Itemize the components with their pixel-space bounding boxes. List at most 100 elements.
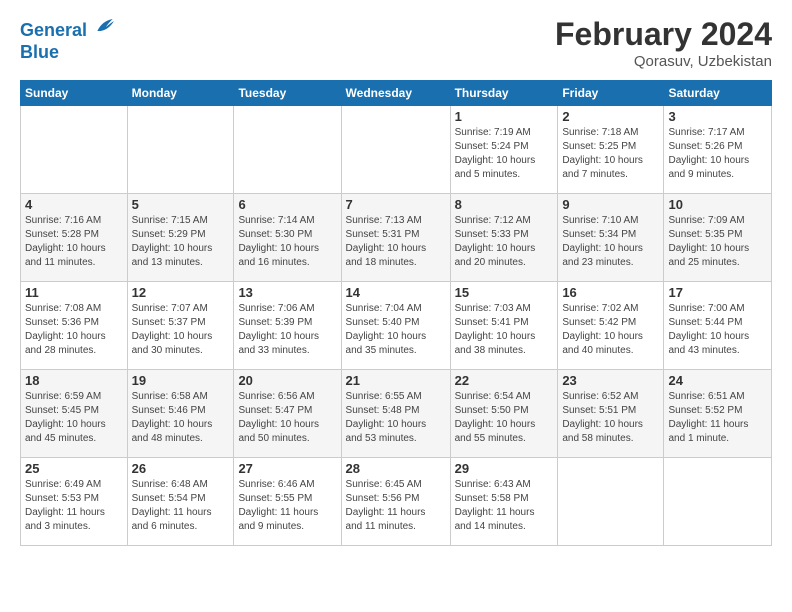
header: General Blue February 2024 Qorasuv, Uzbe… <box>20 16 772 70</box>
week-row-2: 4 Sunrise: 7:16 AM Sunset: 5:28 PM Daylig… <box>21 194 772 282</box>
calendar-cell: 10 Sunrise: 7:09 AM Sunset: 5:35 PM Dayli… <box>664 194 772 282</box>
logo-bird-icon <box>94 16 114 36</box>
day-info: Sunrise: 6:51 AM Sunset: 5:52 PM Dayligh… <box>668 390 767 446</box>
day-info: Sunrise: 7:08 AM Sunset: 5:36 PM Dayligh… <box>25 302 123 358</box>
day-info: Sunrise: 6:55 AM Sunset: 5:48 PM Dayligh… <box>346 390 446 446</box>
col-friday: Friday <box>558 81 664 106</box>
week-row-5: 25 Sunrise: 6:49 AM Sunset: 5:53 PM Dayli… <box>21 458 772 546</box>
day-number: 26 <box>132 461 230 476</box>
day-info: Sunrise: 7:19 AM Sunset: 5:24 PM Dayligh… <box>455 126 554 182</box>
col-tuesday: Tuesday <box>234 81 341 106</box>
day-number: 8 <box>455 197 554 212</box>
calendar-title: February 2024 <box>555 16 772 53</box>
calendar-subtitle: Qorasuv, Uzbekistan <box>555 53 772 70</box>
calendar-body: 1 Sunrise: 7:19 AM Sunset: 5:24 PM Daylig… <box>21 106 772 546</box>
calendar-cell: 5Sunrise: 7:15 AM Sunset: 5:29 PM Daylig… <box>127 194 234 282</box>
day-number: 28 <box>346 461 446 476</box>
day-number: 13 <box>238 285 336 300</box>
day-info: Sunrise: 6:45 AM Sunset: 5:56 PM Dayligh… <box>346 478 446 534</box>
calendar-cell <box>558 458 664 546</box>
logo-name-line2: Blue <box>20 42 114 64</box>
day-number: 17 <box>668 285 767 300</box>
calendar-cell: 8 Sunrise: 7:12 AM Sunset: 5:33 PM Daylig… <box>450 194 558 282</box>
day-number: 22 <box>455 373 554 388</box>
day-info: Sunrise: 7:04 AM Sunset: 5:40 PM Dayligh… <box>346 302 446 358</box>
calendar-cell: 6 Sunrise: 7:14 AM Sunset: 5:30 PM Daylig… <box>234 194 341 282</box>
day-info: Sunrise: 7:14 AM Sunset: 5:30 PM Dayligh… <box>238 214 336 270</box>
day-number: 4 <box>25 197 123 212</box>
day-info: Sunrise: 7:00 AM Sunset: 5:44 PM Dayligh… <box>668 302 767 358</box>
col-sunday: Sunday <box>21 81 128 106</box>
day-number: 18 <box>25 373 123 388</box>
day-number: 27 <box>238 461 336 476</box>
col-wednesday: Wednesday <box>341 81 450 106</box>
calendar-cell: 28 Sunrise: 6:45 AM Sunset: 5:56 PM Dayli… <box>341 458 450 546</box>
day-number: 21 <box>346 373 446 388</box>
calendar-cell: 16 Sunrise: 7:02 AM Sunset: 5:42 PM Dayli… <box>558 282 664 370</box>
logo-text: General <box>20 16 114 42</box>
calendar-cell: 14Sunrise: 7:04 AM Sunset: 5:40 PM Dayli… <box>341 282 450 370</box>
calendar-cell: 26Sunrise: 6:48 AM Sunset: 5:54 PM Dayli… <box>127 458 234 546</box>
day-number: 9 <box>562 197 659 212</box>
calendar-cell <box>234 106 341 194</box>
calendar-cell: 22Sunrise: 6:54 AM Sunset: 5:50 PM Dayli… <box>450 370 558 458</box>
calendar-table: Sunday Monday Tuesday Wednesday Thursday… <box>20 80 772 546</box>
day-info: Sunrise: 6:43 AM Sunset: 5:58 PM Dayligh… <box>455 478 554 534</box>
day-info: Sunrise: 7:12 AM Sunset: 5:33 PM Dayligh… <box>455 214 554 270</box>
day-info: Sunrise: 7:10 AM Sunset: 5:34 PM Dayligh… <box>562 214 659 270</box>
day-info: Sunrise: 6:49 AM Sunset: 5:53 PM Dayligh… <box>25 478 123 534</box>
calendar-cell: 3Sunrise: 7:17 AM Sunset: 5:26 PM Daylig… <box>664 106 772 194</box>
calendar-header: Sunday Monday Tuesday Wednesday Thursday… <box>21 81 772 106</box>
day-number: 20 <box>238 373 336 388</box>
day-info: Sunrise: 7:17 AM Sunset: 5:26 PM Dayligh… <box>668 126 767 182</box>
day-info: Sunrise: 7:02 AM Sunset: 5:42 PM Dayligh… <box>562 302 659 358</box>
calendar-cell <box>341 106 450 194</box>
day-number: 19 <box>132 373 230 388</box>
col-saturday: Saturday <box>664 81 772 106</box>
day-number: 23 <box>562 373 659 388</box>
logo-name-line1: General <box>20 20 87 40</box>
calendar-cell: 20 Sunrise: 6:56 AM Sunset: 5:47 PM Dayli… <box>234 370 341 458</box>
calendar-cell: 27Sunrise: 6:46 AM Sunset: 5:55 PM Dayli… <box>234 458 341 546</box>
calendar-cell: 17 Sunrise: 7:00 AM Sunset: 5:44 PM Dayli… <box>664 282 772 370</box>
calendar-cell: 2 Sunrise: 7:18 AM Sunset: 5:25 PM Daylig… <box>558 106 664 194</box>
calendar-cell <box>664 458 772 546</box>
calendar-cell: 7Sunrise: 7:13 AM Sunset: 5:31 PM Daylig… <box>341 194 450 282</box>
calendar-cell: 19Sunrise: 6:58 AM Sunset: 5:46 PM Dayli… <box>127 370 234 458</box>
header-row: Sunday Monday Tuesday Wednesday Thursday… <box>21 81 772 106</box>
title-block: February 2024 Qorasuv, Uzbekistan <box>555 16 772 70</box>
day-number: 12 <box>132 285 230 300</box>
day-number: 16 <box>562 285 659 300</box>
day-info: Sunrise: 7:16 AM Sunset: 5:28 PM Dayligh… <box>25 214 123 270</box>
day-info: Sunrise: 7:07 AM Sunset: 5:37 PM Dayligh… <box>132 302 230 358</box>
calendar-cell: 13 Sunrise: 7:06 AM Sunset: 5:39 PM Dayli… <box>234 282 341 370</box>
col-thursday: Thursday <box>450 81 558 106</box>
day-info: Sunrise: 7:09 AM Sunset: 5:35 PM Dayligh… <box>668 214 767 270</box>
day-number: 1 <box>455 109 554 124</box>
day-number: 10 <box>668 197 767 212</box>
day-info: Sunrise: 6:56 AM Sunset: 5:47 PM Dayligh… <box>238 390 336 446</box>
day-number: 25 <box>25 461 123 476</box>
calendar-cell: 12 Sunrise: 7:07 AM Sunset: 5:37 PM Dayli… <box>127 282 234 370</box>
calendar-cell: 1 Sunrise: 7:19 AM Sunset: 5:24 PM Daylig… <box>450 106 558 194</box>
week-row-3: 11 Sunrise: 7:08 AM Sunset: 5:36 PM Dayli… <box>21 282 772 370</box>
calendar-cell: 24Sunrise: 6:51 AM Sunset: 5:52 PM Dayli… <box>664 370 772 458</box>
calendar-cell: 25 Sunrise: 6:49 AM Sunset: 5:53 PM Dayli… <box>21 458 128 546</box>
day-info: Sunrise: 7:15 AM Sunset: 5:29 PM Dayligh… <box>132 214 230 270</box>
day-number: 6 <box>238 197 336 212</box>
calendar-cell: 4 Sunrise: 7:16 AM Sunset: 5:28 PM Daylig… <box>21 194 128 282</box>
calendar-cell: 21 Sunrise: 6:55 AM Sunset: 5:48 PM Dayli… <box>341 370 450 458</box>
week-row-4: 18Sunrise: 6:59 AM Sunset: 5:45 PM Dayli… <box>21 370 772 458</box>
day-info: Sunrise: 7:03 AM Sunset: 5:41 PM Dayligh… <box>455 302 554 358</box>
day-info: Sunrise: 7:06 AM Sunset: 5:39 PM Dayligh… <box>238 302 336 358</box>
day-number: 15 <box>455 285 554 300</box>
logo: General Blue <box>20 16 114 63</box>
day-number: 11 <box>25 285 123 300</box>
calendar-cell <box>127 106 234 194</box>
calendar-cell: 23Sunrise: 6:52 AM Sunset: 5:51 PM Dayli… <box>558 370 664 458</box>
day-number: 2 <box>562 109 659 124</box>
day-info: Sunrise: 7:18 AM Sunset: 5:25 PM Dayligh… <box>562 126 659 182</box>
week-row-1: 1 Sunrise: 7:19 AM Sunset: 5:24 PM Daylig… <box>21 106 772 194</box>
calendar-cell: 11 Sunrise: 7:08 AM Sunset: 5:36 PM Dayli… <box>21 282 128 370</box>
day-number: 29 <box>455 461 554 476</box>
